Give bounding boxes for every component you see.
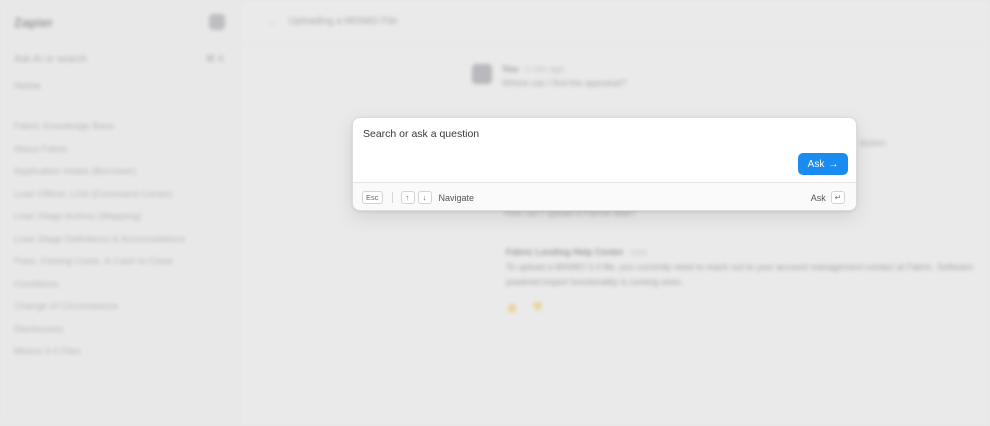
- search-palette: Ask → Esc ↑ ↓ Navigate Ask ↵: [352, 117, 857, 211]
- arrow-down-icon: ↓: [417, 191, 432, 204]
- ask-hint-label: Ask: [810, 192, 826, 203]
- palette-input-area: Ask →: [353, 118, 856, 182]
- navigate-label: Navigate: [438, 192, 475, 203]
- palette-footer: Esc ↑ ↓ Navigate Ask ↵: [353, 182, 856, 210]
- ask-button[interactable]: Ask →: [798, 153, 848, 175]
- enter-key-icon: ↵: [830, 191, 845, 204]
- modal-backdrop[interactable]: [0, 0, 990, 426]
- arrow-up-icon: ↑: [400, 191, 415, 204]
- esc-key-hint: Esc: [362, 191, 383, 204]
- arrow-right-icon: →: [828, 158, 839, 170]
- footer-divider: [391, 192, 393, 203]
- search-input[interactable]: [363, 128, 783, 140]
- ask-button-label: Ask: [807, 158, 825, 170]
